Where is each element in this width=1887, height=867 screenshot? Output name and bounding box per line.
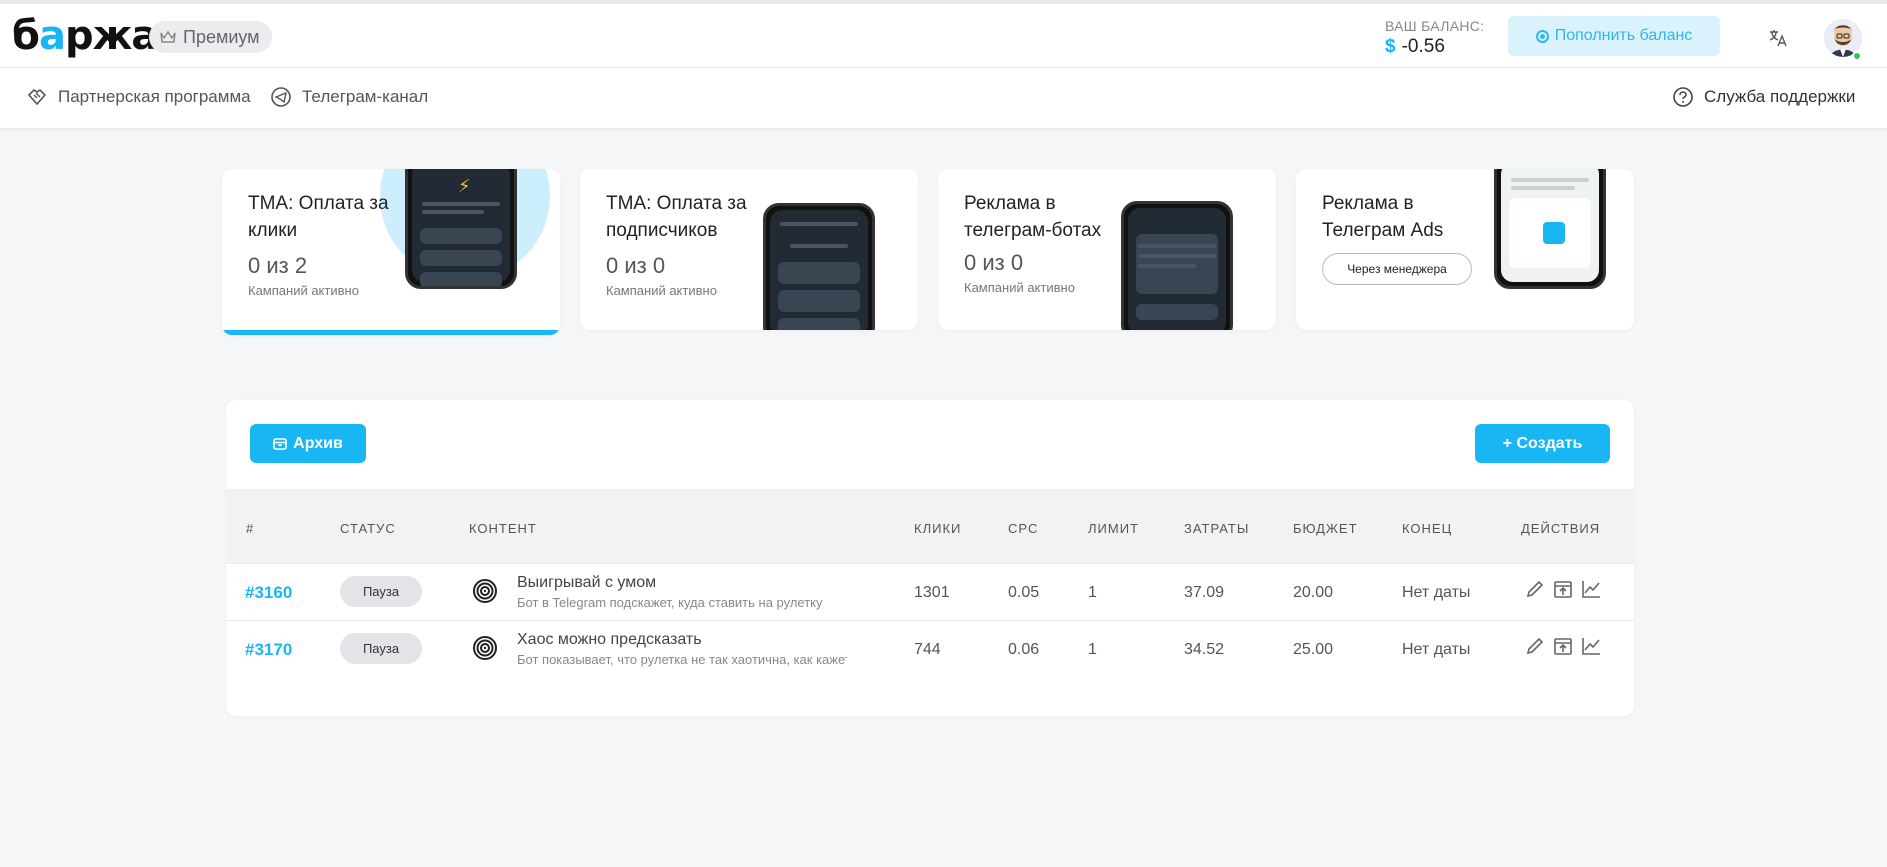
content-title: Выигрывай с умом [517, 574, 657, 591]
premium-badge[interactable]: Премиум [149, 21, 272, 53]
help-icon [1673, 87, 1693, 107]
balance-value: -0.56 [1401, 36, 1445, 57]
create-button[interactable]: + Создать [1475, 424, 1610, 463]
lightning-icon: ⚡ [458, 176, 471, 196]
card-bot-ads[interactable]: Реклама в телеграм-ботах 0 из 0 Кампаний… [938, 169, 1276, 330]
topup-label: Пополнить баланс [1554, 27, 1693, 44]
spend-value: 34.52 [1184, 641, 1225, 658]
status-badge[interactable]: Пауза [340, 633, 422, 664]
card-tma-clicks[interactable]: ⚡ TMA: Оплата за клики 0 из 2 Кампаний а… [222, 169, 560, 335]
partner-program-link[interactable]: Партнерская программа [26, 86, 251, 108]
table-header: # СТАТУС КОНТЕНТ КЛИКИ CPC ЛИМИТ ЗАТРАТЫ… [226, 489, 1634, 563]
support-label: Служба поддержки [1704, 87, 1856, 106]
translate-icon[interactable] [1768, 28, 1788, 48]
crown-icon [160, 30, 176, 43]
column-header: CPC [1008, 521, 1039, 536]
premium-label: Премиум [183, 26, 260, 47]
phone-illustration: ⚡ [405, 169, 517, 289]
archive-label: Архив [293, 434, 343, 452]
archive-icon [273, 437, 287, 450]
end-date-value: Нет даты [1402, 641, 1471, 658]
table-row[interactable]: #3170 Пауза Хаос можно предсказать Бот п… [226, 620, 1634, 678]
status-badge[interactable]: Пауза [340, 576, 422, 607]
telegram-channel-label: Телеграм-канал [302, 87, 429, 106]
column-header: КОНЕЦ [1402, 521, 1453, 536]
balance-label: ВАШ БАЛАНС: [1385, 18, 1485, 34]
stats-chart-icon[interactable] [1580, 635, 1602, 657]
support-link[interactable]: Служба поддержки [1672, 86, 1855, 108]
campaign-id-link[interactable]: #3160 [245, 583, 292, 603]
edit-icon[interactable] [1524, 635, 1546, 657]
card-subtitle: Кампаний активно [964, 280, 1075, 295]
currency-symbol: $ [1385, 36, 1396, 57]
phone-illustration [1494, 169, 1606, 289]
cpc-value: 0.06 [1008, 641, 1040, 658]
spend-value: 37.09 [1184, 584, 1225, 601]
telegram-channel-link[interactable]: Телеграм-канал [270, 86, 428, 108]
column-header: ДЕЙСТВИЯ [1521, 521, 1601, 536]
handshake-icon [27, 88, 47, 106]
archive-row-icon[interactable] [1552, 578, 1574, 600]
spiral-icon [473, 636, 497, 660]
coin-icon [1535, 29, 1549, 43]
clicks-value: 744 [914, 641, 941, 658]
column-header: КЛИКИ [914, 521, 962, 536]
budget-value: 25.00 [1293, 641, 1334, 658]
campaign-id-link[interactable]: #3170 [245, 640, 292, 660]
campaigns-panel: Архив + Создать # СТАТУС КОНТЕНТ КЛИКИ C… [226, 400, 1634, 716]
column-header: БЮДЖЕТ [1293, 521, 1358, 536]
app-icon [1543, 222, 1565, 244]
card-tma-subscribers[interactable]: TMA: Оплата за подписчиков 0 из 0 Кампан… [580, 169, 918, 330]
clicks-value: 1301 [914, 584, 950, 601]
secondary-nav: Партнерская программа Телеграм-канал Слу… [0, 68, 1887, 128]
archive-button[interactable]: Архив [250, 424, 366, 463]
partner-program-label: Партнерская программа [58, 87, 251, 106]
end-date-value: Нет даты [1402, 584, 1471, 601]
logo[interactable]: баржа [12, 14, 158, 58]
card-title: Реклама в телеграм-ботах [964, 193, 1102, 241]
column-header: СТАТУС [340, 521, 396, 536]
card-count: 0 из 0 [606, 253, 666, 278]
archive-row-icon[interactable] [1552, 635, 1574, 657]
card-title: TMA: Оплата за клики [248, 193, 389, 241]
phone-illustration [1121, 201, 1233, 330]
content-title: Хаос можно предсказать [517, 631, 702, 648]
spiral-icon [473, 579, 497, 603]
cpc-value: 0.05 [1008, 584, 1040, 601]
column-header: КОНТЕНТ [469, 521, 537, 536]
card-subtitle: Кампаний активно [248, 283, 359, 298]
online-indicator [1852, 51, 1862, 61]
table-row[interactable]: #3160 Пауза Выигрывай с умом Бот в Teleg… [226, 563, 1634, 621]
edit-icon[interactable] [1524, 578, 1546, 600]
via-manager-button[interactable]: Через менеджера [1322, 253, 1472, 285]
content-description: Бот показывает, что рулетка не так хаоти… [517, 652, 847, 667]
card-title: Реклама в Телеграм Ads [1322, 193, 1444, 241]
stats-chart-icon[interactable] [1580, 578, 1602, 600]
limit-value: 1 [1088, 641, 1097, 658]
limit-value: 1 [1088, 584, 1097, 601]
column-header: ЛИМИТ [1088, 521, 1139, 536]
card-subtitle: Кампаний активно [606, 283, 717, 298]
topup-button[interactable]: Пополнить баланс [1508, 16, 1720, 56]
telegram-icon [271, 87, 291, 107]
card-count: 0 из 2 [248, 253, 308, 278]
card-count: 0 из 0 [964, 250, 1024, 275]
budget-value: 20.00 [1293, 584, 1334, 601]
column-header: # [246, 521, 255, 536]
card-telegram-ads[interactable]: Реклама в Телеграм Ads Через менеджера [1296, 169, 1634, 330]
balance: ВАШ БАЛАНС: $ -0.56 [1385, 18, 1484, 58]
content-description: Бот в Telegram подскажет, куда ставить н… [517, 595, 823, 610]
column-header: ЗАТРАТЫ [1184, 521, 1250, 536]
top-bar: баржа Премиум ВАШ БАЛАНС: $ -0.56 Пополни… [0, 0, 1887, 68]
card-title: TMA: Оплата за подписчиков [606, 193, 747, 241]
phone-illustration [763, 203, 875, 330]
